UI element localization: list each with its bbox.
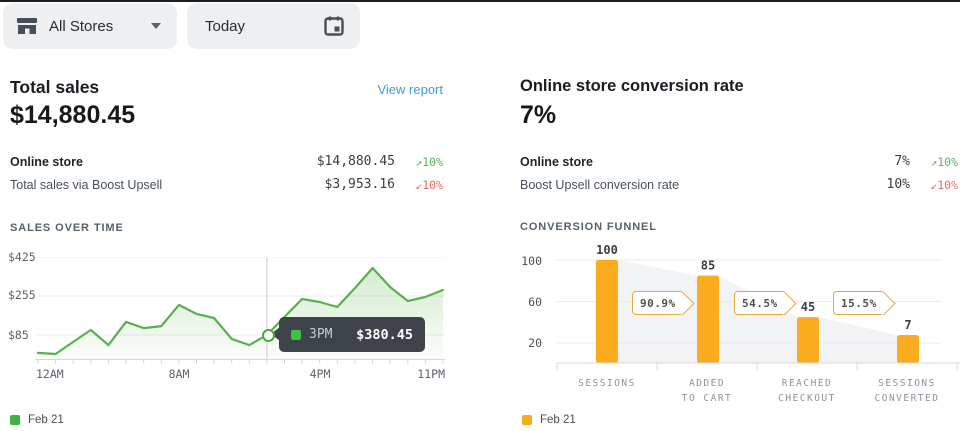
legend-swatch-orange [522, 415, 532, 425]
tooltip-value: $380.45 [356, 327, 413, 343]
metric-row-boost-upsell: Boost Upsell conversion rate 10% ↙10% [520, 173, 958, 196]
metric-change-down: ↙10% [910, 178, 958, 192]
window-top-edge [0, 0, 960, 2]
store-selector-label: All Stores [49, 18, 113, 35]
conversion-rate-badge: 54.5% [734, 291, 786, 315]
funnel-category-label: REACHEDCHECKOUT [757, 376, 857, 406]
total-sales-metrics: Online store $14,880.45 ↗10% Total sales… [10, 150, 443, 196]
legend-swatch-green [10, 415, 20, 425]
conversion-rate-badge: 90.9% [632, 291, 684, 315]
storefront-icon [16, 16, 38, 36]
metric-row-online-store: Online store 7% ↗10% [520, 150, 958, 173]
conversion-rate-badge: 15.5% [833, 291, 885, 315]
bar-value-label: 85 [701, 259, 715, 273]
metric-label: Online store [520, 155, 840, 169]
date-selector-label: Today [205, 18, 245, 35]
legend-label: Feb 21 [28, 414, 64, 426]
series-color-swatch [291, 330, 301, 340]
sales-over-time-section-title: SALES OVER TIME [10, 222, 124, 234]
metric-value: $3,953.16 [275, 177, 395, 192]
date-selector-button[interactable]: Today [187, 3, 360, 49]
bar-value-label: 100 [596, 244, 618, 257]
conversion-rate-value: 7% [520, 101, 556, 130]
store-selector-button[interactable]: All Stores [3, 3, 177, 49]
metric-label: Online store [10, 155, 275, 169]
metric-change-up: ↗10% [395, 155, 443, 169]
x-tick-label: 8AM [163, 367, 195, 381]
funnel-legend: Feb 21 [522, 414, 576, 426]
conversion-rate-title: Online store conversion rate [520, 77, 744, 96]
metric-value: $14,880.45 [275, 154, 395, 169]
chevron-down-icon [151, 23, 161, 29]
metric-label: Boost Upsell conversion rate [520, 178, 840, 192]
sales-legend: Feb 21 [10, 414, 64, 426]
view-report-link[interactable]: View report [353, 82, 443, 97]
funnel-bar[interactable] [797, 317, 819, 363]
tooltip-time: 3PM [309, 327, 332, 342]
x-tick-label: 4PM [304, 367, 336, 381]
highlighted-data-point[interactable] [262, 329, 275, 342]
metric-row-online-store: Online store $14,880.45 ↗10% [10, 150, 443, 173]
dashboard: All Stores Today Total sales View report… [0, 0, 960, 431]
conversion-funnel-section-title: CONVERSION FUNNEL [520, 221, 657, 233]
funnel-bar[interactable] [897, 335, 919, 363]
calendar-icon [322, 14, 346, 38]
total-sales-value: $14,880.45 [10, 101, 135, 130]
metric-row-boost-upsell: Total sales via Boost Upsell $3,953.16 ↙… [10, 173, 443, 196]
metric-change-down: ↙10% [395, 178, 443, 192]
funnel-category-label: SESSIONSCONVERTED [857, 376, 957, 406]
funnel-bar[interactable] [697, 276, 719, 363]
y-tick-label: $255 [8, 288, 36, 302]
metric-value: 7% [840, 154, 910, 169]
chart-tooltip: 3PM $380.45 [279, 317, 425, 352]
total-sales-title: Total sales [10, 77, 99, 98]
metric-change-up: ↗10% [910, 155, 958, 169]
y-tick-label: $425 [8, 250, 36, 264]
funnel-category-label: SESSIONS [557, 376, 657, 391]
legend-label: Feb 21 [540, 414, 576, 426]
conversion-metrics: Online store 7% ↗10% Boost Upsell conver… [520, 150, 958, 196]
funnel-bar[interactable] [596, 260, 618, 363]
x-tick-label: 11PM [413, 367, 445, 381]
metric-value: 10% [840, 177, 910, 192]
bar-value-label: 45 [801, 300, 815, 314]
bar-value-label: 7 [904, 318, 911, 332]
x-tick-label: 12AM [36, 367, 64, 381]
y-tick-label: $85 [8, 328, 29, 342]
funnel-category-label: ADDEDTO CART [657, 376, 757, 406]
metric-label: Total sales via Boost Upsell [10, 178, 275, 192]
